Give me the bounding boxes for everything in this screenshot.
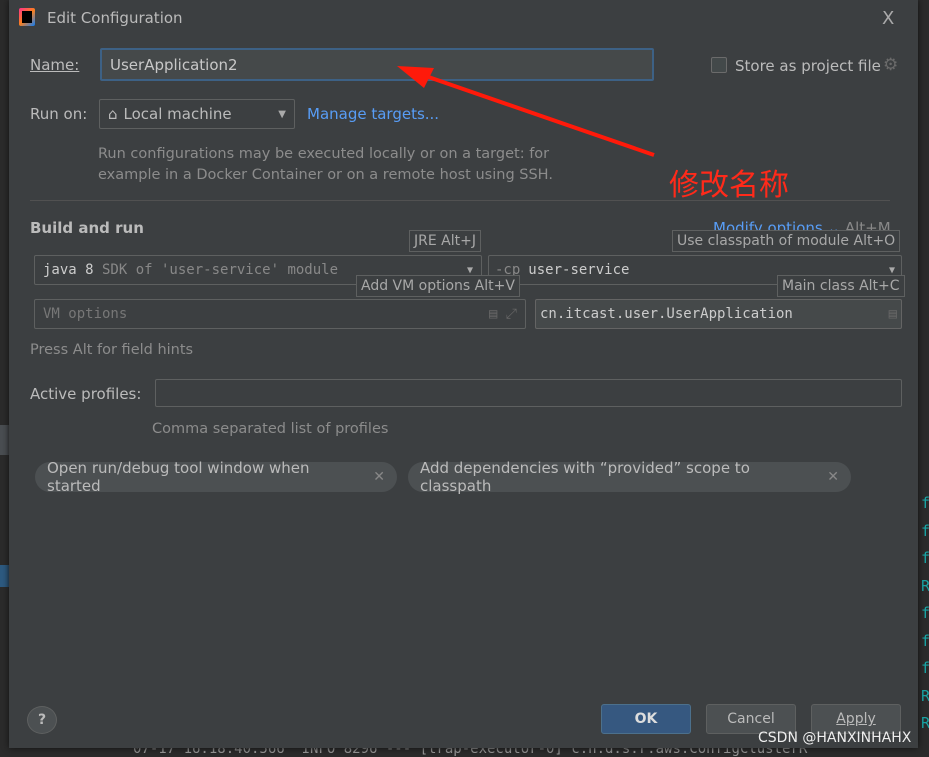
watermark: CSDN @HANXINHAHX: [758, 730, 912, 746]
vm-options-input[interactable]: VM options ▤ ⤢: [34, 299, 526, 329]
expand-text-icon[interactable]: ▤ ⤢: [489, 306, 517, 322]
profiles-label: Active profiles:: [30, 385, 142, 403]
ok-button[interactable]: OK: [601, 704, 691, 734]
tooltip-main-class: Main class Alt+C: [777, 275, 905, 297]
profiles-input[interactable]: [155, 379, 902, 407]
chevron-down-icon: ▼: [466, 264, 473, 276]
chevron-down-icon: ▼: [888, 264, 895, 276]
bg-side-letter: f: [921, 659, 929, 677]
bg-side-letter: R: [921, 576, 929, 595]
bg-left-band: [0, 425, 9, 455]
divider: [30, 200, 890, 201]
main-class-value: cn.itcast.user.UserApplication: [540, 306, 793, 322]
field-hint: Press Alt for field hints: [30, 342, 194, 358]
build-run-title: Build and run: [30, 219, 144, 237]
bg-side-letter: f: [921, 604, 929, 622]
bg-side-letter: R: [921, 686, 929, 705]
annotation-arrow: [397, 66, 655, 157]
tooltip-vm: Add VM options Alt+V: [356, 275, 520, 297]
tooltip-classpath: Use classpath of module Alt+O: [672, 230, 901, 252]
tooltip-jre: JRE Alt+J: [409, 230, 481, 252]
main-class-input[interactable]: cn.itcast.user.UserApplication ▤: [535, 299, 902, 329]
jre-value: java 8: [43, 262, 94, 278]
remove-icon[interactable]: ✕: [373, 469, 385, 485]
profiles-hint: Comma separated list of profiles: [152, 421, 389, 437]
bg-side-letter: f: [921, 631, 929, 650]
bg-side-letter: f: [921, 494, 929, 512]
browse-icon[interactable]: ▤: [889, 306, 897, 322]
chip-provided-scope[interactable]: Add dependencies with “provided” scope t…: [408, 459, 851, 495]
classpath-value: user-service: [528, 262, 630, 278]
bg-side-letter: f: [921, 549, 929, 567]
chip-open-tool-window[interactable]: Open run/debug tool window when started ✕: [35, 459, 397, 495]
remove-icon[interactable]: ✕: [827, 469, 839, 485]
bg-side-letter: R: [921, 714, 929, 732]
help-button[interactable]: ?: [27, 706, 57, 734]
bg-side-letter: f: [921, 521, 929, 540]
bg-left-selection: [0, 565, 9, 587]
edit-configuration-dialog: Edit Configuration X Name: UserApplicati…: [9, 0, 918, 748]
